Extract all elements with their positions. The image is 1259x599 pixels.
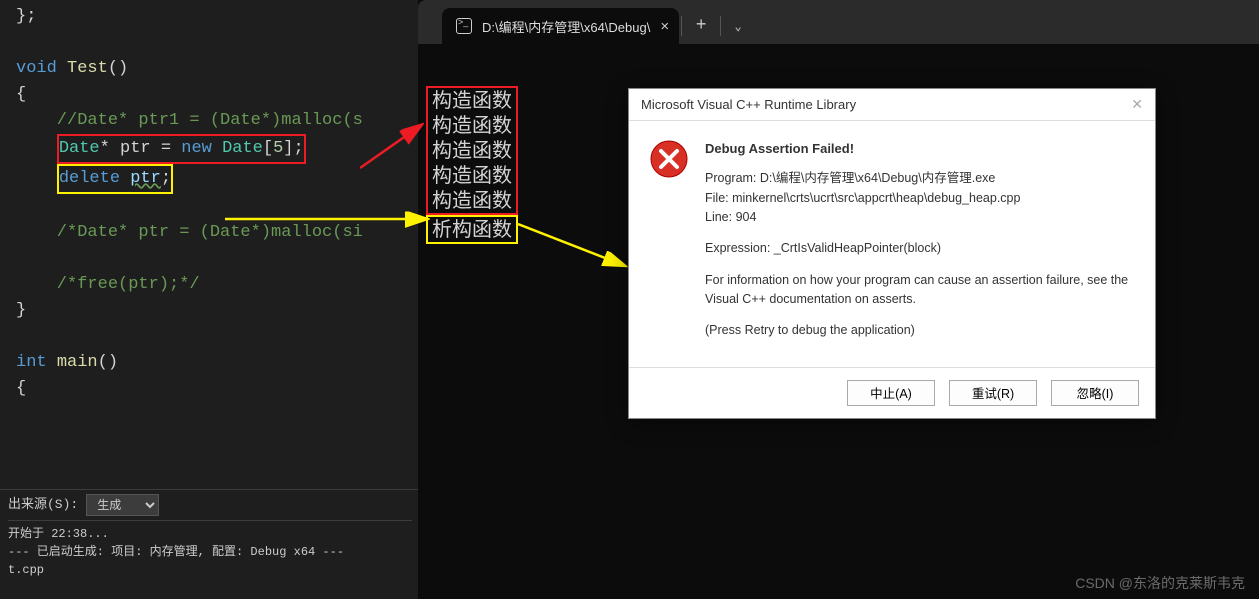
highlight-red-new: Date* ptr = new Date[5]; bbox=[57, 134, 306, 164]
terminal-output: 构造函数 构造函数 构造函数 构造函数 构造函数 析构函数 bbox=[426, 86, 518, 244]
dialog-titlebar[interactable]: Microsoft Visual C++ Runtime Library ✕ bbox=[629, 89, 1155, 121]
code-editor: }; void Test() { //Date* ptr1 = (Date*)m… bbox=[0, 0, 420, 599]
parens: () bbox=[98, 353, 118, 372]
watermark: CSDN @东洛的克莱斯韦克 bbox=[1075, 573, 1245, 593]
dialog-file: File: minkernel\crts\ucrt\src\appcrt\hea… bbox=[705, 191, 1020, 205]
constructor-line: 构造函数 bbox=[432, 163, 512, 188]
parens: () bbox=[108, 59, 128, 78]
dialog-line: Line: 904 bbox=[705, 210, 756, 224]
type-date2: Date bbox=[222, 139, 263, 158]
tab-add-button[interactable]: + bbox=[684, 8, 718, 44]
output-source-label: 出来源(S): bbox=[8, 495, 78, 515]
abort-button[interactable]: 中止(A) bbox=[847, 380, 935, 406]
brace-open: { bbox=[16, 85, 26, 104]
indent bbox=[16, 169, 57, 188]
dialog-button-row: 中止(A) 重试(R) 忽略(I) bbox=[629, 367, 1155, 418]
code-line: }; bbox=[16, 7, 36, 26]
dialog-program: Program: D:\编程\内存管理\x64\Debug\内存管理.exe bbox=[705, 171, 995, 185]
arrow-yellow-1 bbox=[225, 210, 435, 228]
output-source-select[interactable]: 生成 bbox=[86, 494, 159, 516]
var-ptr: ptr bbox=[130, 169, 161, 188]
highlight-yellow-delete: delete ptr; bbox=[57, 164, 173, 194]
close-icon[interactable]: ✕ bbox=[1131, 96, 1143, 113]
output-line: --- 已启动生成: 项目: 内存管理, 配置: Debug x64 --- bbox=[8, 543, 412, 561]
constructor-output-box: 构造函数 构造函数 构造函数 构造函数 构造函数 bbox=[426, 86, 518, 215]
comment-line: /*free(ptr);*/ bbox=[16, 275, 200, 294]
type-date: Date bbox=[59, 139, 100, 158]
terminal-icon bbox=[456, 18, 472, 34]
code-area[interactable]: }; void Test() { //Date* ptr1 = (Date*)m… bbox=[0, 0, 420, 402]
number-5: 5 bbox=[273, 139, 283, 158]
indent bbox=[16, 139, 57, 158]
bracket-close: ]; bbox=[283, 139, 303, 158]
space bbox=[120, 169, 130, 188]
brace-open: { bbox=[16, 379, 26, 398]
tab-active[interactable]: D:\编程\内存管理\x64\Debug\ × bbox=[442, 8, 679, 44]
tab-bar: D:\编程\内存管理\x64\Debug\ × + ⌄ bbox=[418, 0, 1259, 44]
kw-void: void bbox=[16, 59, 57, 78]
kw-int: int bbox=[16, 353, 47, 372]
output-line: t.cpp bbox=[8, 561, 412, 579]
dialog-title-text: Microsoft Visual C++ Runtime Library bbox=[641, 97, 856, 112]
constructor-line: 构造函数 bbox=[432, 113, 512, 138]
chevron-down-icon[interactable]: ⌄ bbox=[723, 8, 753, 44]
fn-main: main bbox=[57, 353, 98, 372]
error-dialog: Microsoft Visual C++ Runtime Library ✕ D… bbox=[628, 88, 1156, 419]
dialog-info: For information on how your program can … bbox=[705, 271, 1135, 310]
bracket: [ bbox=[263, 139, 273, 158]
output-panel: 出来源(S): 生成 开始于 22:38... --- 已启动生成: 项目: 内… bbox=[0, 489, 420, 599]
kw-new: new bbox=[181, 139, 212, 158]
dialog-expression: Expression: _CrtIsValidHeapPointer(block… bbox=[705, 239, 1135, 258]
space bbox=[212, 139, 222, 158]
destructor-line: 析构函数 bbox=[432, 217, 512, 242]
constructor-line: 构造函数 bbox=[432, 188, 512, 213]
code-frag: * ptr = bbox=[100, 139, 182, 158]
ignore-button[interactable]: 忽略(I) bbox=[1051, 380, 1139, 406]
destructor-output-box: 析构函数 bbox=[426, 215, 518, 244]
output-line: 开始于 22:38... bbox=[8, 525, 412, 543]
error-icon bbox=[649, 139, 689, 179]
brace-close: } bbox=[16, 301, 26, 320]
arrow-red bbox=[360, 118, 430, 178]
dialog-retry-hint: (Press Retry to debug the application) bbox=[705, 321, 1135, 340]
space bbox=[47, 353, 57, 372]
tab-title: D:\编程\内存管理\x64\Debug\ bbox=[482, 17, 650, 36]
constructor-line: 构造函数 bbox=[432, 88, 512, 113]
comment-line: //Date* ptr1 = (Date*)malloc(s bbox=[16, 111, 363, 130]
dialog-heading: Debug Assertion Failed! bbox=[705, 139, 1135, 159]
close-icon[interactable]: × bbox=[660, 18, 669, 35]
retry-button[interactable]: 重试(R) bbox=[949, 380, 1037, 406]
arrow-yellow-2 bbox=[518, 220, 633, 280]
constructor-line: 构造函数 bbox=[432, 138, 512, 163]
fn-test: Test bbox=[67, 59, 108, 78]
semicolon: ; bbox=[161, 169, 171, 188]
kw-delete: delete bbox=[59, 169, 120, 188]
